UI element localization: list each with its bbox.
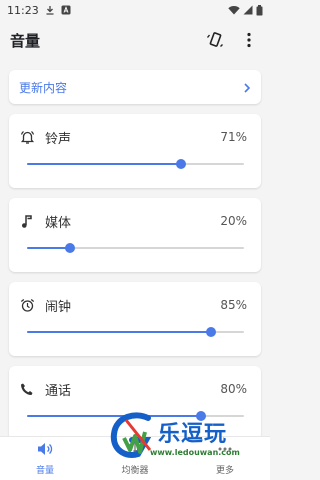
more-icon (217, 441, 233, 460)
call-slider[interactable] (27, 411, 244, 421)
volume-icon (37, 441, 53, 460)
nav-more-label: 更多 (215, 466, 234, 476)
slider-thumb[interactable] (65, 243, 76, 253)
media-slider[interactable] (27, 243, 244, 253)
wifi-icon (228, 5, 240, 15)
nav-volume-label: 音量 (35, 466, 54, 476)
media-volume-card: 媒体 20% (9, 198, 261, 272)
slider-fill (27, 247, 71, 249)
page-title: 音量 (10, 31, 41, 50)
call-volume-card: 通话 80% (9, 366, 261, 440)
alarm-clock-icon (19, 297, 35, 313)
call-value: 80% (220, 382, 247, 396)
slider-fill (27, 163, 182, 165)
overflow-menu-button[interactable] (238, 29, 260, 51)
alarm-label: 闹钟 (45, 299, 72, 315)
nav-more[interactable]: 更多 (180, 437, 270, 480)
slider-fill (27, 331, 212, 333)
status-bar: 11:23 (0, 0, 270, 20)
slider-thumb[interactable] (195, 411, 206, 421)
phone-icon (19, 381, 35, 397)
chevron-right-icon (243, 78, 251, 97)
nav-equalizer[interactable]: 均衡器 (90, 437, 180, 480)
equalizer-icon (127, 441, 143, 460)
call-label: 通话 (45, 383, 72, 399)
rotate-screen-button[interactable] (204, 29, 226, 51)
battery-icon (256, 4, 263, 16)
alarm-volume-card: 闹钟 85% (9, 282, 261, 356)
more-vert-icon (247, 32, 251, 48)
app-bar: 音量 (0, 20, 270, 60)
slider-thumb[interactable] (206, 327, 217, 337)
alarm-bell-icon (19, 129, 35, 145)
bottom-navigation: 音量 均衡器 更多 (0, 436, 270, 480)
signal-icon (243, 5, 253, 15)
ringtone-volume-card: 铃声 71% (9, 114, 261, 188)
music-note-icon (19, 213, 35, 229)
status-time: 11:23 (7, 3, 39, 17)
media-value: 20% (220, 214, 247, 228)
media-label: 媒体 (45, 215, 72, 231)
update-content-card[interactable]: 更新内容 (9, 70, 261, 104)
notification-a-icon (61, 5, 71, 15)
download-icon (45, 5, 55, 15)
update-content-label: 更新内容 (19, 80, 68, 95)
slider-fill (27, 415, 201, 417)
nav-equalizer-label: 均衡器 (121, 466, 149, 476)
alarm-value: 85% (220, 298, 247, 312)
ringtone-slider[interactable] (27, 159, 244, 169)
ringtone-label: 铃声 (45, 131, 72, 147)
ringtone-value: 71% (220, 130, 247, 144)
screen-rotation-icon (206, 32, 223, 47)
slider-thumb[interactable] (176, 159, 187, 169)
nav-volume[interactable]: 音量 (0, 437, 90, 480)
alarm-slider[interactable] (27, 327, 244, 337)
